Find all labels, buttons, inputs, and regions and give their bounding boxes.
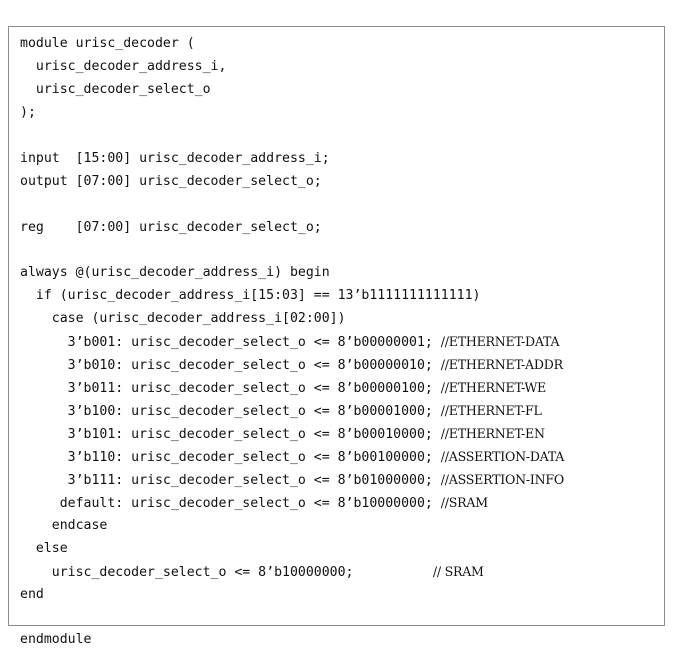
- code-line: 3’b111: urisc_decoder_select_o <= 8’b010…: [20, 469, 565, 492]
- code-line-source: else: [20, 540, 68, 556]
- code-line-source: 3’b111: urisc_decoder_select_o <= 8’b010…: [20, 472, 441, 488]
- code-line: 3’b001: urisc_decoder_select_o <= 8’b000…: [20, 331, 564, 354]
- code-line: else: [20, 538, 564, 561]
- code-line: 3’b100: urisc_decoder_select_o <= 8’b000…: [20, 400, 564, 423]
- code-line-source: );: [20, 104, 36, 120]
- code-line-source: 3’b010: urisc_decoder_select_o <= 8’b000…: [20, 358, 441, 374]
- code-line-source: if (urisc_decoder_address_i[15:03] == 13…: [20, 288, 481, 304]
- code-line-source: 3’b110: urisc_decoder_select_o <= 8’b001…: [20, 449, 441, 465]
- code-line-source: module urisc_decoder (: [20, 36, 195, 51]
- code-line-source: output [07:00] urisc_decoder_select_o;: [20, 173, 322, 189]
- code-line: 3’b011: urisc_decoder_select_o <= 8’b000…: [20, 377, 564, 400]
- code-line: endmodule: [20, 629, 564, 652]
- code-listing-frame: module urisc_decoder ( urisc_decoder_add…: [8, 26, 665, 647]
- code-line-source: input [15:00] urisc_decoder_address_i;: [20, 150, 330, 166]
- code-line-comment: //ETHERNET-DATA: [440, 334, 560, 350]
- code-line-comment: //SRAM: [440, 494, 488, 510]
- code-line-comment: //ETHERNET-WE: [440, 380, 546, 396]
- code-line: urisc_decoder_address_i,: [20, 56, 564, 79]
- code-line-source: default: urisc_decoder_select_o <= 8’b10…: [20, 495, 441, 511]
- code-line-source: urisc_decoder_select_o <= 8’b10000000;: [20, 564, 433, 580]
- code-line: urisc_decoder_select_o: [20, 79, 564, 102]
- code-line-source: 3’b001: urisc_decoder_select_o <= 8’b000…: [20, 335, 441, 351]
- code-line: );: [20, 102, 564, 125]
- code-line-source: endmodule: [20, 632, 92, 648]
- code-line-source: endcase: [20, 517, 108, 533]
- code-line: if (urisc_decoder_address_i[15:03] == 13…: [20, 285, 564, 308]
- code-line-source: 3’b011: urisc_decoder_select_o <= 8’b000…: [20, 381, 441, 397]
- code-line: reg [07:00] urisc_decoder_select_o;: [20, 217, 564, 240]
- code-line-comment: //ASSERTION-DATA: [440, 448, 565, 464]
- code-line: 3’b110: urisc_decoder_select_o <= 8’b001…: [20, 446, 565, 469]
- code-line-source: 3’b100: urisc_decoder_select_o <= 8’b000…: [20, 404, 441, 419]
- code-line-comment: //ETHERNET-EN: [440, 425, 545, 441]
- code-line-comment: // SRAM: [432, 563, 484, 579]
- code-line: urisc_decoder_select_o <= 8’b10000000; /…: [20, 561, 564, 584]
- code-line-source: urisc_decoder_address_i,: [20, 58, 227, 74]
- verilog-code-listing: module urisc_decoder ( urisc_decoder_add…: [20, 33, 564, 652]
- code-line-source: case (urisc_decoder_address_i[02:00]): [20, 311, 346, 327]
- code-line: case (urisc_decoder_address_i[02:00]): [20, 308, 564, 331]
- code-line-source: reg [07:00] urisc_decoder_select_o;: [20, 219, 322, 235]
- code-line: output [07:00] urisc_decoder_select_o;: [20, 171, 564, 194]
- code-line: always @(urisc_decoder_address_i) begin: [20, 262, 564, 285]
- code-line-source: end: [20, 586, 44, 602]
- code-line-source: always @(urisc_decoder_address_i) begin: [20, 265, 330, 281]
- code-line: endcase: [20, 515, 564, 538]
- code-line-source: urisc_decoder_select_o: [20, 81, 211, 97]
- code-line: end: [20, 584, 564, 607]
- code-line-comment: //ETHERNET-FL: [440, 403, 542, 418]
- code-line: module urisc_decoder (: [20, 33, 564, 56]
- code-line-comment: //ASSERTION-INFO: [440, 471, 564, 487]
- code-line: input [15:00] urisc_decoder_address_i;: [20, 148, 564, 171]
- code-line-comment: //ETHERNET-ADDR: [440, 357, 563, 373]
- code-line: 3’b101: urisc_decoder_select_o <= 8’b000…: [20, 423, 564, 446]
- code-line: default: urisc_decoder_select_o <= 8’b10…: [20, 492, 564, 515]
- code-line: 3’b010: urisc_decoder_select_o <= 8’b000…: [20, 354, 564, 377]
- code-line-source: 3’b101: urisc_decoder_select_o <= 8’b000…: [20, 426, 441, 442]
